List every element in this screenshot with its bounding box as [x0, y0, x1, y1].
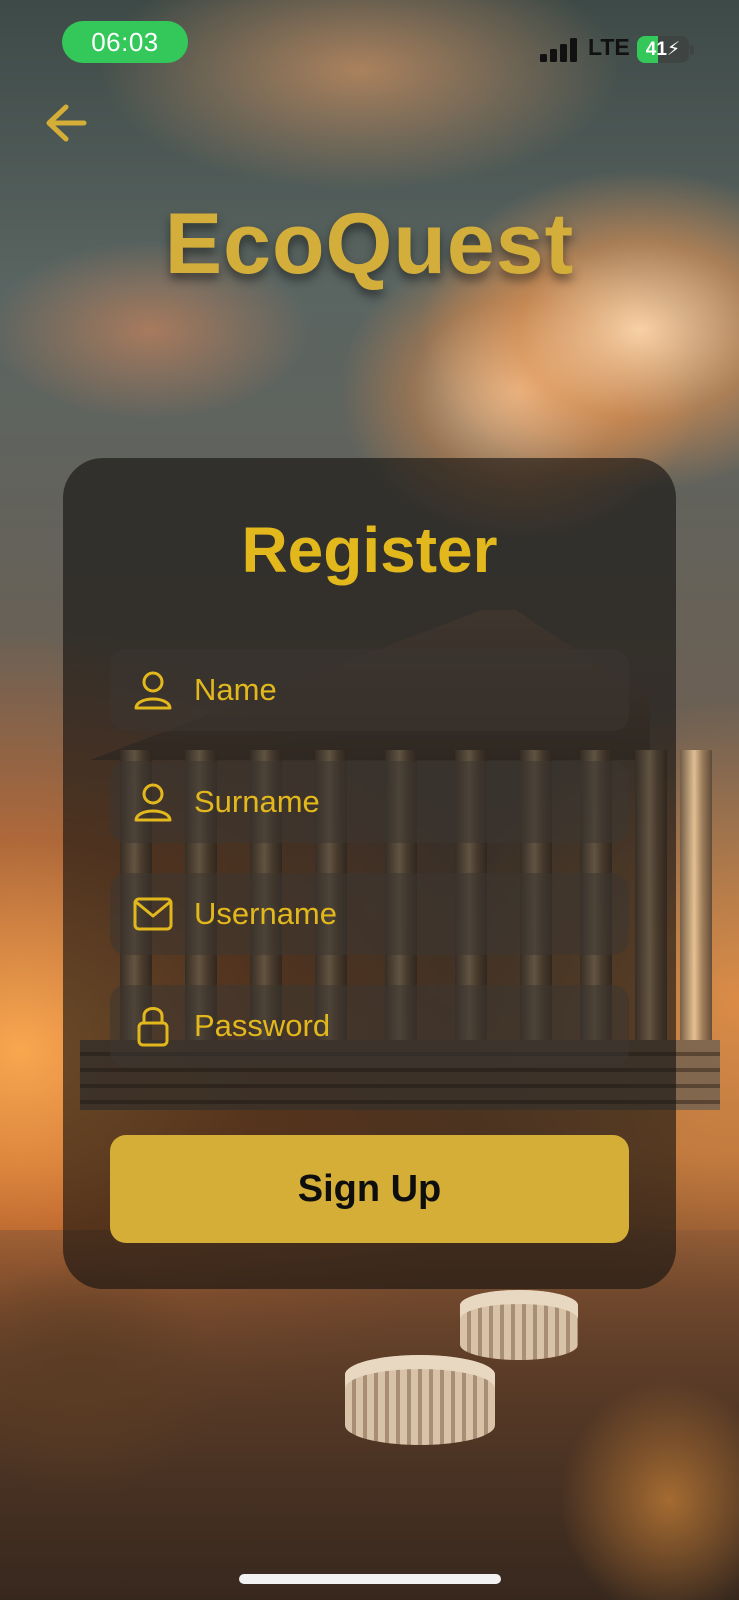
surname-field-label: Surname [194, 784, 320, 819]
arrow-left-icon [46, 104, 87, 142]
battery-cap [690, 45, 694, 55]
user-icon [132, 781, 174, 823]
bush-right [559, 1380, 739, 1600]
user-icon [132, 669, 174, 711]
back-button[interactable] [40, 100, 92, 146]
signal-strength-icon [540, 38, 578, 62]
name-field[interactable]: Name [110, 649, 629, 731]
password-field[interactable]: Password [110, 985, 629, 1067]
network-type: LTE [588, 34, 630, 60]
bush-left [0, 1260, 220, 1500]
temple-column [680, 750, 712, 1040]
name-field-label: Name [194, 672, 277, 707]
battery-icon: 41⚡ [637, 36, 689, 63]
register-card: Register Name Surname Username Password … [63, 458, 676, 1289]
column-drum [460, 1290, 578, 1360]
column-drum [345, 1355, 495, 1445]
mail-icon [132, 893, 174, 935]
status-time: 06:03 [62, 21, 188, 63]
lock-icon [132, 1005, 174, 1047]
home-indicator[interactable] [239, 1574, 501, 1584]
battery-level: 41⚡ [645, 39, 681, 60]
app-title: EcoQuest [164, 196, 575, 292]
sign-up-button[interactable]: Sign Up [110, 1135, 629, 1243]
surname-field[interactable]: Surname [110, 761, 629, 843]
username-field[interactable]: Username [110, 873, 629, 955]
form-title: Register [241, 514, 498, 586]
password-field-label: Password [194, 1008, 331, 1043]
username-field-label: Username [194, 896, 337, 931]
status-bar: 06:03 LTE 41⚡ [0, 0, 739, 90]
